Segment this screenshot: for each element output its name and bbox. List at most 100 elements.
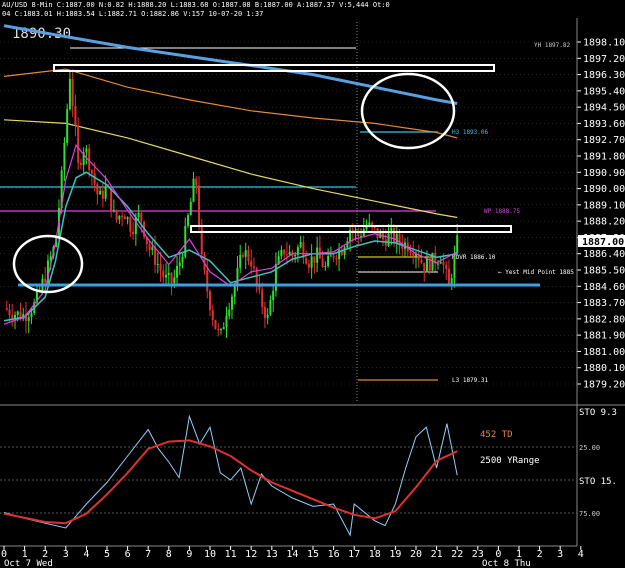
price-tick-label: 1885.50: [583, 266, 625, 277]
candle-body: [321, 258, 324, 268]
time-tick-label: 22: [451, 549, 463, 560]
h3-label: H3 1893.06: [452, 129, 489, 136]
l3-label: L3 1879.31: [452, 377, 489, 384]
price-tick-label: 1881.00: [583, 347, 625, 358]
candle-body: [134, 217, 137, 234]
candle-body: [387, 233, 390, 246]
candle-body: [63, 142, 66, 171]
yh-label: YH 1897.82: [534, 42, 571, 49]
candle-body: [211, 309, 214, 321]
candle-body: [252, 266, 255, 269]
price-tick-label: 1879.20: [583, 380, 625, 391]
price-tick-label: 1880.10: [583, 363, 625, 374]
candle-body: [77, 125, 80, 163]
time-tick-label: 9: [186, 549, 192, 560]
day2-label: Oct 8 Thu: [482, 559, 531, 568]
candle-body: [283, 249, 286, 255]
time-tick-label: 12: [245, 549, 257, 560]
candle-body: [68, 78, 71, 110]
current-price-marker: 1887.00: [578, 235, 625, 248]
candle-body: [121, 215, 124, 217]
sto-label-top: STO 9.3: [579, 408, 617, 418]
candle-body: [299, 242, 302, 248]
candle-body: [30, 313, 33, 318]
candle-body: [209, 291, 211, 310]
candle-body: [445, 264, 448, 269]
candle-body: [439, 262, 442, 264]
sto-label-mid: STO 15.: [579, 477, 617, 487]
price-tick-label: 1888.20: [583, 217, 625, 228]
price-tick-label: 1882.80: [583, 314, 625, 325]
price-tick-label: 1881.90: [583, 331, 625, 342]
candle-body: [66, 109, 69, 143]
time-tick-label: 21: [431, 549, 443, 560]
price-tick-label: 1883.70: [583, 298, 625, 309]
price-tick-label: 1890.00: [583, 184, 625, 195]
sto-text-td: 452 TD: [480, 430, 513, 440]
time-tick-label: 8: [166, 549, 172, 560]
candle-body: [195, 178, 198, 186]
candle-body: [79, 162, 82, 165]
candle-body: [112, 210, 115, 212]
candle-body: [294, 255, 297, 257]
sto-level-25: 25.00: [579, 444, 600, 452]
candle-body: [192, 178, 195, 202]
candle-body: [244, 250, 247, 257]
time-tick-label: 19: [389, 549, 401, 560]
candle-body: [178, 262, 181, 266]
time-tick-label: 18: [369, 549, 381, 560]
price-tick-label: 1895.40: [583, 86, 625, 97]
price-tick-label: 1889.10: [583, 200, 625, 211]
price-tick-label: 1890.90: [583, 168, 625, 179]
time-axis: 0 1 2 3 4 5 6 7 8 9 10 11 12 13 14 15 16 17 18 19 20 21 22 23 0 1…: [1, 546, 584, 560]
candle-body: [423, 262, 426, 273]
price-tick-label: 1892.70: [583, 135, 625, 146]
candle-body: [104, 186, 107, 199]
candle-body: [96, 183, 99, 195]
price-tick-label: 1897.20: [583, 54, 625, 65]
header-line2: 04 C:1883.01 H:1883.54 L:1882.71 O:1882.…: [2, 10, 263, 18]
candle-body: [225, 315, 228, 328]
candle-body: [198, 185, 201, 227]
candle-body: [447, 268, 450, 284]
time-tick-label: 16: [328, 549, 340, 560]
candle-body: [101, 190, 104, 199]
time-tick-label: 13: [266, 549, 278, 560]
time-tick-label: 3: [63, 549, 69, 560]
candle-body: [154, 247, 157, 265]
time-tick-label: 15: [307, 549, 319, 560]
wp-label: WP 1888.75: [484, 208, 521, 215]
candle-body: [85, 148, 88, 153]
candle-body: [316, 247, 319, 263]
candle-body: [151, 247, 154, 250]
candle-body: [327, 256, 330, 267]
current-price-label: 1887.00: [582, 237, 624, 248]
time-tick-label: 10: [204, 549, 216, 560]
price-tick-label: 1893.60: [583, 119, 625, 130]
candle-body: [200, 226, 203, 255]
candle-body: [71, 78, 74, 107]
candle-body: [313, 256, 316, 263]
price-tick-label: 1896.30: [583, 70, 625, 81]
candle-body: [324, 266, 327, 268]
candle-body: [230, 296, 233, 310]
candle-body: [250, 260, 253, 267]
candle-body: [159, 263, 162, 271]
candle-body: [126, 217, 129, 220]
candle-body: [456, 235, 459, 254]
candle-body: [263, 307, 266, 318]
candle-body: [335, 257, 338, 260]
candle-body: [329, 255, 332, 257]
candle-body: [450, 277, 453, 284]
candle-body: [181, 256, 184, 263]
time-tick-label: 20: [410, 549, 422, 560]
candle-body: [5, 308, 8, 310]
price-tick-label: 1884.60: [583, 282, 625, 293]
candle-body: [420, 259, 423, 263]
price-tick-label: 1894.50: [583, 103, 625, 114]
candle-body: [241, 254, 244, 257]
candle-body: [187, 215, 190, 226]
candle-body: [148, 244, 151, 250]
candle-body: [247, 250, 250, 261]
time-tick-label: 2: [537, 549, 543, 560]
